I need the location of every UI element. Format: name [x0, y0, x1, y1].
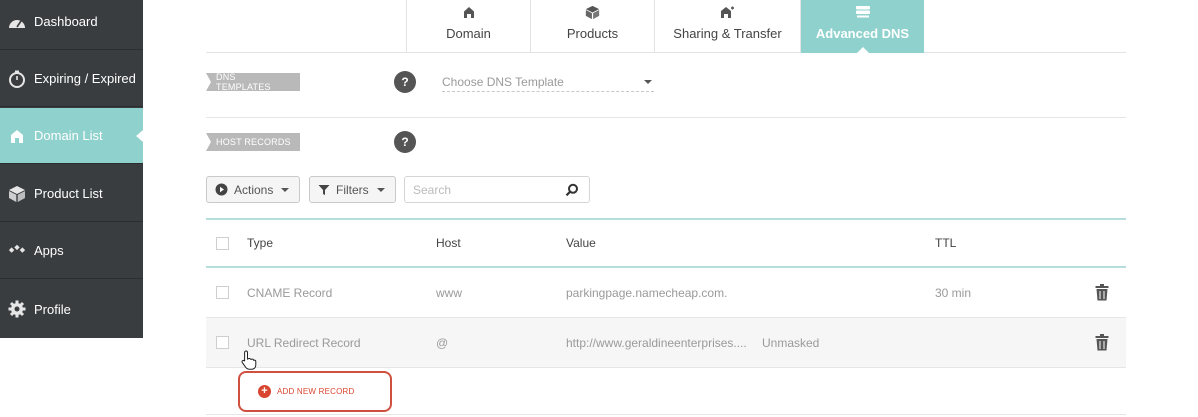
- sidebar-item-apps[interactable]: Apps: [0, 223, 143, 279]
- sidebar-item-label: Product List: [34, 186, 103, 201]
- house-icon: [463, 4, 475, 20]
- dns-templates-help-icon[interactable]: ?: [394, 71, 416, 93]
- app-root: Dashboard Expiring / Expired Domain List…: [0, 0, 1198, 417]
- record-type: URL Redirect Record: [247, 335, 361, 350]
- tab-domain[interactable]: Domain: [406, 0, 530, 53]
- section-divider: [206, 117, 1126, 118]
- add-new-record-label: ADD NEW RECORD: [277, 387, 355, 396]
- sidebar-item-dashboard[interactable]: Dashboard: [0, 0, 143, 50]
- sidebar-item-label: Dashboard: [34, 14, 98, 29]
- search-input[interactable]: Search: [404, 176, 590, 203]
- row-checkbox[interactable]: [216, 286, 229, 299]
- share-icon: [720, 4, 736, 20]
- plus-circle-icon: +: [258, 385, 271, 398]
- table-bottom-border: [206, 414, 1126, 415]
- record-host: www: [436, 285, 462, 300]
- sidebar-item-label: Profile: [34, 301, 71, 317]
- record-ttl: 30 min: [935, 285, 972, 300]
- server-icon: [855, 4, 871, 20]
- table-row[interactable]: CNAME Record www parkingpage.namecheap.c…: [206, 268, 1126, 318]
- stopwatch-icon: [8, 70, 26, 88]
- record-redirect-mode: Unmasked: [762, 335, 820, 350]
- dns-template-select-value: Choose DNS Template: [442, 74, 564, 89]
- table-header: Type Host Value TTL: [206, 218, 1126, 268]
- actions-label: Actions: [234, 182, 274, 197]
- trash-icon[interactable]: [1095, 284, 1109, 301]
- dns-template-select[interactable]: Choose DNS Template: [442, 72, 654, 92]
- host-records-help-icon[interactable]: ?: [394, 131, 416, 153]
- column-header-value[interactable]: Value: [566, 220, 596, 266]
- trash-icon[interactable]: [1095, 334, 1109, 351]
- sidebar-item-label: Domain List: [34, 128, 103, 143]
- sidebar: Dashboard Expiring / Expired Domain List…: [0, 0, 143, 338]
- search-icon[interactable]: [565, 183, 579, 197]
- hand-cursor-icon: [241, 350, 257, 370]
- record-host: @: [436, 335, 449, 350]
- play-circle-icon: [215, 183, 228, 196]
- dns-templates-label: DNS TEMPLATES: [206, 72, 300, 92]
- tab-sharing-transfer[interactable]: Sharing & Transfer: [654, 0, 800, 53]
- host-records-label: HOST RECORDS: [206, 133, 300, 151]
- sidebar-item-domain-list[interactable]: Domain List: [0, 108, 143, 164]
- record-value: http://www.geraldineenterprises....: [566, 335, 747, 350]
- apps-icon: [8, 242, 26, 260]
- chevron-down-icon: [376, 187, 385, 192]
- box-icon: [8, 185, 26, 203]
- actions-button[interactable]: Actions: [206, 176, 300, 203]
- table-row[interactable]: URL Redirect Record @ http://www.geraldi…: [206, 318, 1126, 368]
- sidebar-item-label: Expiring / Expired: [34, 71, 136, 86]
- sidebar-item-expiring[interactable]: Expiring / Expired: [0, 51, 143, 107]
- sidebar-item-product-list[interactable]: Product List: [0, 166, 143, 222]
- tab-label: Products: [566, 26, 619, 41]
- chevron-down-icon: [281, 187, 290, 192]
- tab-label: Sharing & Transfer: [673, 26, 782, 41]
- record-value: parkingpage.namecheap.com.: [566, 285, 728, 300]
- filters-button[interactable]: Filters: [309, 176, 396, 203]
- sidebar-item-label: Apps: [34, 243, 64, 258]
- tab-advanced-dns[interactable]: Advanced DNS: [800, 0, 924, 54]
- box-icon: [585, 4, 600, 20]
- tab-label: Domain: [446, 26, 491, 41]
- row-checkbox[interactable]: [216, 336, 229, 349]
- chevron-down-icon: [644, 79, 652, 84]
- tab-bar: Domain Products Sharing & Transfer Advan…: [206, 0, 1126, 54]
- record-type: CNAME Record: [247, 285, 333, 300]
- gear-icon: [8, 300, 26, 318]
- speedometer-icon: [8, 13, 26, 31]
- add-new-record-button[interactable]: + ADD NEW RECORD: [238, 371, 392, 412]
- house-icon: [8, 127, 26, 145]
- funnel-icon: [318, 184, 330, 195]
- search-placeholder: Search: [413, 182, 452, 197]
- select-all-checkbox[interactable]: [216, 237, 229, 250]
- column-header-host[interactable]: Host: [436, 220, 461, 266]
- sidebar-item-profile[interactable]: Profile: [0, 281, 143, 337]
- column-header-type[interactable]: Type: [247, 220, 273, 266]
- tab-products[interactable]: Products: [530, 0, 654, 53]
- filters-label: Filters: [336, 182, 369, 197]
- column-header-ttl[interactable]: TTL: [935, 220, 956, 266]
- tab-label: Advanced DNS: [815, 26, 910, 41]
